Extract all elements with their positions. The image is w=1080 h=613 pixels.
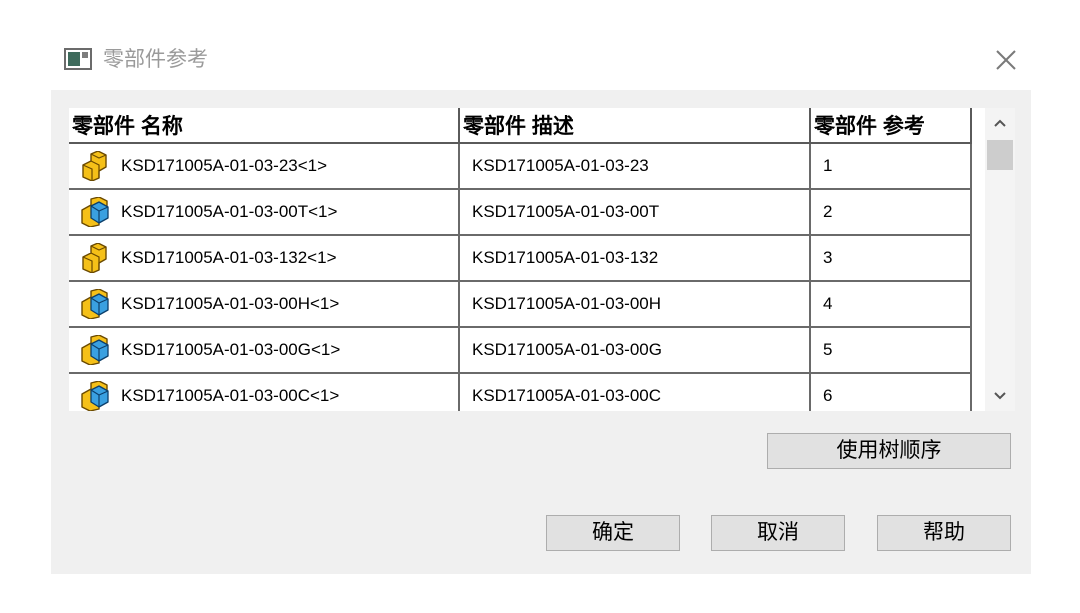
title-bar: 零部件参考 bbox=[0, 0, 1080, 90]
cell-name[interactable]: KSD171005A-01-03-23<1> bbox=[69, 143, 460, 190]
scroll-up-icon[interactable] bbox=[985, 108, 1015, 138]
cell-name[interactable]: KSD171005A-01-03-00G<1> bbox=[69, 327, 460, 374]
component-description: KSD171005A-01-03-23 bbox=[472, 156, 649, 175]
cell-name[interactable]: KSD171005A-01-03-00T<1> bbox=[69, 189, 460, 236]
cell-name[interactable]: KSD171005A-01-03-00C<1> bbox=[69, 373, 460, 411]
component-name: KSD171005A-01-03-00C<1> bbox=[121, 386, 340, 405]
dialog-window-icon bbox=[64, 48, 92, 70]
cell-reference[interactable]: 4 bbox=[810, 281, 972, 328]
column-header-description[interactable]: 零部件 描述 bbox=[459, 108, 811, 144]
table-row[interactable]: KSD171005A-01-03-00G<1> KSD171005A-01-03-… bbox=[69, 327, 972, 374]
table-header-row: 零部件 名称 零部件 描述 零部件 参考 bbox=[69, 108, 972, 144]
component-description: KSD171005A-01-03-132 bbox=[472, 248, 659, 267]
column-header-name[interactable]: 零部件 名称 bbox=[69, 108, 460, 144]
cell-description[interactable]: KSD171005A-01-03-23 bbox=[459, 143, 811, 190]
cell-name[interactable]: KSD171005A-01-03-132<1> bbox=[69, 235, 460, 282]
cell-description[interactable]: KSD171005A-01-03-00H bbox=[459, 281, 811, 328]
part-icon bbox=[79, 150, 113, 182]
table-row[interactable]: KSD171005A-01-03-00T<1> KSD171005A-01-03-… bbox=[69, 189, 972, 236]
component-table[interactable]: 零部件 名称 零部件 描述 零部件 参考 KSD171005A-01-03-23… bbox=[69, 108, 1015, 411]
component-reference: 1 bbox=[823, 156, 833, 175]
component-reference: 2 bbox=[823, 202, 833, 221]
table-row[interactable]: KSD171005A-01-03-132<1> KSD171005A-01-03-… bbox=[69, 235, 972, 282]
cell-description[interactable]: KSD171005A-01-03-132 bbox=[459, 235, 811, 282]
assembly-icon bbox=[79, 288, 113, 320]
use-tree-order-button[interactable]: 使用树顺序 bbox=[767, 433, 1011, 469]
vertical-scrollbar[interactable] bbox=[985, 108, 1015, 411]
cell-name[interactable]: KSD171005A-01-03-00H<1> bbox=[69, 281, 460, 328]
scroll-down-icon[interactable] bbox=[985, 381, 1015, 411]
component-reference: 4 bbox=[823, 294, 833, 313]
component-description: KSD171005A-01-03-00T bbox=[472, 202, 660, 221]
close-icon[interactable] bbox=[990, 44, 1022, 76]
cell-description[interactable]: KSD171005A-01-03-00T bbox=[459, 189, 811, 236]
cell-reference[interactable]: 1 bbox=[810, 143, 972, 190]
component-description: KSD171005A-01-03-00G bbox=[472, 340, 662, 359]
component-description: KSD171005A-01-03-00C bbox=[472, 386, 662, 405]
component-reference: 6 bbox=[823, 386, 833, 405]
cancel-button[interactable]: 取消 bbox=[711, 515, 845, 551]
table-row[interactable]: KSD171005A-01-03-23<1> KSD171005A-01-03-2… bbox=[69, 143, 972, 190]
cell-reference[interactable]: 3 bbox=[810, 235, 972, 282]
table-row[interactable]: KSD171005A-01-03-00C<1> KSD171005A-01-03-… bbox=[69, 373, 972, 411]
column-header-reference[interactable]: 零部件 参考 bbox=[810, 108, 972, 144]
help-button[interactable]: 帮助 bbox=[877, 515, 1011, 551]
component-name: KSD171005A-01-03-00H<1> bbox=[121, 294, 340, 313]
component-grid: 零部件 名称 零部件 描述 零部件 参考 KSD171005A-01-03-23… bbox=[69, 108, 972, 411]
component-reference: 5 bbox=[823, 340, 833, 359]
part-icon bbox=[79, 242, 113, 274]
assembly-icon bbox=[79, 380, 113, 411]
cell-reference[interactable]: 5 bbox=[810, 327, 972, 374]
cell-description[interactable]: KSD171005A-01-03-00C bbox=[459, 373, 811, 411]
component-description: KSD171005A-01-03-00H bbox=[472, 294, 662, 313]
assembly-icon bbox=[79, 196, 113, 228]
table-row[interactable]: KSD171005A-01-03-00H<1> KSD171005A-01-03-… bbox=[69, 281, 972, 328]
component-reference: 3 bbox=[823, 248, 833, 267]
component-name: KSD171005A-01-03-00T<1> bbox=[121, 202, 338, 221]
scrollbar-thumb[interactable] bbox=[987, 140, 1013, 170]
cell-reference[interactable]: 6 bbox=[810, 373, 972, 411]
dialog-title: 零部件参考 bbox=[103, 48, 208, 71]
cell-reference[interactable]: 2 bbox=[810, 189, 972, 236]
assembly-icon bbox=[79, 334, 113, 366]
component-name: KSD171005A-01-03-23<1> bbox=[121, 156, 328, 175]
component-name: KSD171005A-01-03-00G<1> bbox=[121, 340, 341, 359]
cell-description[interactable]: KSD171005A-01-03-00G bbox=[459, 327, 811, 374]
component-name: KSD171005A-01-03-132<1> bbox=[121, 248, 337, 267]
ok-button[interactable]: 确定 bbox=[546, 515, 680, 551]
